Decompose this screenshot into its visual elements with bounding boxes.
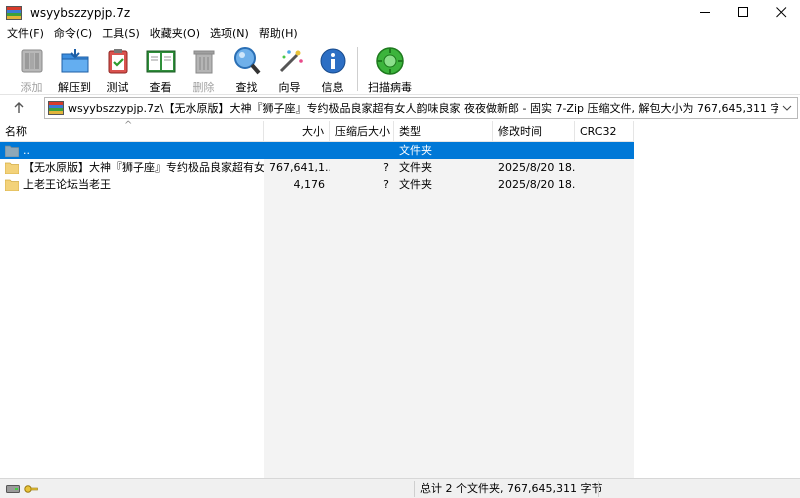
- parent-folder-icon: [4, 145, 20, 157]
- row-packed: ?: [383, 161, 389, 174]
- row-crc: [575, 142, 634, 159]
- menu-options[interactable]: 选项(N): [205, 25, 254, 43]
- info-label: 信息: [321, 81, 344, 94]
- menu-help[interactable]: 帮助(H): [254, 25, 303, 43]
- row-size: 767,641,1...: [269, 161, 330, 174]
- 7zip-archive-icon: [6, 5, 22, 20]
- status-separator: [598, 481, 599, 497]
- row-name: 上老王论坛当老王: [23, 178, 111, 191]
- delete-label: 删除: [192, 81, 215, 94]
- column-name-label: 名称: [5, 125, 27, 138]
- status-summary: 总计 2 个文件夹, 767,645,311 字节: [420, 482, 603, 495]
- column-header-crc[interactable]: CRC32: [575, 121, 634, 142]
- path-text: wsyybszzypjp.7z\【无水原版】大神『狮子座』专约极品良家超有女人韵…: [68, 102, 778, 115]
- add-button[interactable]: 添加: [10, 43, 53, 95]
- table-row[interactable]: 上老王论坛当老王 4,176 ? 文件夹 2025/8/20 18...: [0, 176, 634, 193]
- test-button[interactable]: 测试: [96, 43, 139, 95]
- view-book-icon: [145, 46, 177, 76]
- row-name: ..: [23, 144, 30, 157]
- wizard-button[interactable]: 向导: [268, 43, 311, 95]
- row-type: 文件夹: [399, 161, 432, 174]
- minimize-button[interactable]: [686, 0, 724, 25]
- column-type-label: 类型: [399, 125, 421, 138]
- 7zip-archive-icon: [48, 101, 64, 115]
- path-combobox[interactable]: wsyybszzypjp.7z\【无水原版】大神『狮子座』专约极品良家超有女人韵…: [44, 97, 798, 119]
- close-icon: [775, 7, 786, 18]
- column-header-name[interactable]: 名称 ^: [0, 120, 264, 142]
- row-size: 4,176: [293, 178, 326, 191]
- chevron-down-icon: [782, 105, 792, 111]
- row-packed: [330, 142, 394, 159]
- column-header-packed[interactable]: 压缩后大小: [330, 121, 394, 142]
- folder-icon: [4, 162, 20, 174]
- add-label: 添加: [20, 81, 43, 94]
- trash-icon: [188, 46, 220, 76]
- magnifier-icon: [231, 46, 263, 76]
- row-type: 文件夹: [399, 144, 432, 157]
- maximize-button[interactable]: [724, 0, 762, 25]
- wizard-label: 向导: [278, 81, 301, 94]
- virus-scan-label: 扫描病毒: [368, 81, 412, 94]
- row-modified: 2025/8/20 18...: [498, 178, 575, 191]
- row-name: 【无水原版】大神『狮子座』专约极品良家超有女人...: [23, 161, 264, 174]
- arrow-up-icon: [14, 102, 24, 113]
- list-rows: .. 文件夹 【无水原版】大神『狮子座』专约极品良家超有女人... 767,64…: [0, 142, 634, 193]
- virus-scan-icon: [374, 46, 406, 76]
- file-list[interactable]: 名称 ^ 大小 压缩后大小 类型 修改时间 CRC32 .. 文件夹 【无水原版…: [0, 120, 800, 478]
- toolbar-separator: [357, 47, 358, 91]
- close-button[interactable]: [762, 0, 800, 25]
- drive-icon: [6, 484, 20, 493]
- row-modified: 2025/8/20 18...: [498, 161, 575, 174]
- row-modified: [493, 142, 575, 159]
- column-header-type[interactable]: 类型: [394, 121, 493, 142]
- title-bar: wsyybszzypjp.7z: [0, 0, 800, 25]
- column-header-size[interactable]: 大小: [264, 121, 330, 142]
- view-label: 查看: [149, 81, 172, 94]
- row-size: [264, 142, 330, 159]
- extract-folder-icon: [59, 46, 91, 76]
- column-modified-label: 修改时间: [498, 125, 542, 138]
- find-label: 查找: [235, 81, 258, 94]
- row-crc: [575, 159, 634, 176]
- menu-bar: 文件(F) 命令(C) 工具(S) 收藏夹(O) 选项(N) 帮助(H): [0, 25, 800, 43]
- status-bar: 总计 2 个文件夹, 767,645,311 字节: [0, 478, 800, 498]
- up-folder-button[interactable]: [0, 96, 38, 120]
- table-row[interactable]: 【无水原版】大神『狮子座』专约极品良家超有女人... 767,641,1... …: [0, 159, 634, 176]
- column-header-modified[interactable]: 修改时间: [493, 121, 575, 142]
- window-title: wsyybszzypjp.7z: [30, 5, 131, 20]
- extract-label: 解压到: [58, 81, 91, 94]
- folder-icon: [4, 179, 20, 191]
- menu-command[interactable]: 命令(C): [49, 25, 97, 43]
- column-crc-label: CRC32: [580, 125, 617, 138]
- key-icon: [24, 484, 38, 493]
- sort-ascending-icon: ^: [124, 120, 133, 131]
- status-separator: [414, 481, 415, 497]
- path-dropdown-button[interactable]: [780, 101, 794, 115]
- test-label: 测试: [106, 81, 129, 94]
- address-bar: wsyybszzypjp.7z\【无水原版】大神『狮子座』专约极品良家超有女人韵…: [0, 96, 800, 120]
- delete-button[interactable]: 删除: [182, 43, 225, 95]
- minimize-icon: [699, 12, 710, 13]
- table-row[interactable]: .. 文件夹: [0, 142, 634, 159]
- row-type: 文件夹: [399, 178, 432, 191]
- toolbar: 添加 解压到 测试 查看 删除 查找 向导 信息 扫描病毒: [0, 43, 800, 95]
- column-size-label: 大小: [302, 125, 324, 138]
- info-icon: [317, 46, 349, 76]
- view-button[interactable]: 查看: [139, 43, 182, 95]
- virus-scan-button[interactable]: 扫描病毒: [364, 43, 416, 95]
- maximize-icon: [737, 7, 748, 17]
- row-packed: ?: [383, 178, 389, 191]
- extract-button[interactable]: 解压到: [53, 43, 96, 95]
- wizard-wand-icon: [274, 46, 306, 76]
- list-header: 名称 ^ 大小 压缩后大小 类型 修改时间 CRC32: [0, 120, 634, 142]
- test-clipboard-icon: [102, 46, 134, 76]
- row-crc: [575, 176, 634, 193]
- find-button[interactable]: 查找: [225, 43, 268, 95]
- info-button[interactable]: 信息: [311, 43, 354, 95]
- add-archive-icon: [16, 46, 48, 76]
- menu-tools[interactable]: 工具(S): [97, 25, 145, 43]
- menu-favorites[interactable]: 收藏夹(O): [145, 25, 205, 43]
- column-packed-label: 压缩后大小: [335, 125, 390, 138]
- menu-file[interactable]: 文件(F): [2, 25, 49, 43]
